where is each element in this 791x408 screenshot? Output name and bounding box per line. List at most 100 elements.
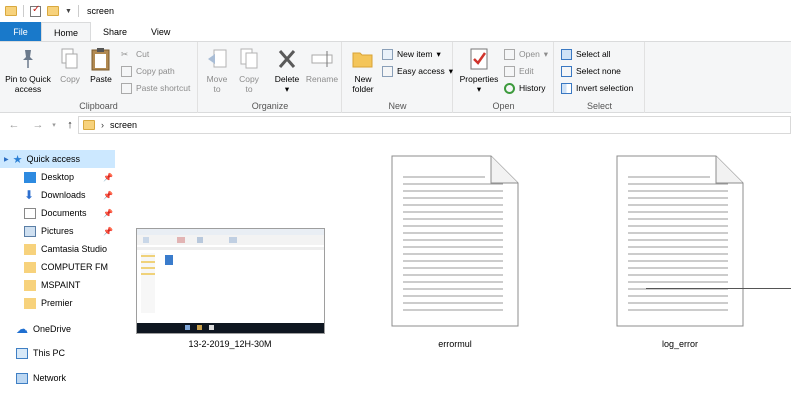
sidebar-item-quick-access[interactable]: ▶ ★ Quick access bbox=[0, 150, 115, 168]
paste-button[interactable]: Paste bbox=[87, 46, 115, 84]
sidebar-item-label: MSPAINT bbox=[41, 280, 81, 290]
back-arrow-icon[interactable]: ← bbox=[6, 119, 22, 131]
properties-quick-icon[interactable] bbox=[30, 4, 41, 17]
select-all-button[interactable]: Select all bbox=[561, 46, 611, 62]
chevron-down-icon: ▾ bbox=[436, 48, 441, 59]
ribbon-tabs: File Home Share View bbox=[0, 22, 791, 42]
folder-icon bbox=[83, 120, 95, 130]
cloud-icon: ☁ bbox=[16, 321, 28, 336]
copy-path-button[interactable]: Copy path bbox=[121, 63, 175, 79]
tab-share[interactable]: Share bbox=[91, 22, 139, 42]
copy-to-button[interactable]: Copy to bbox=[235, 46, 263, 94]
open-label: Open bbox=[519, 49, 540, 59]
screenshot-thumbnail bbox=[137, 229, 324, 333]
file-name[interactable]: errormul bbox=[365, 339, 545, 349]
sidebar-item-documents[interactable]: Documents 📌 bbox=[0, 204, 115, 222]
sidebar-item-network[interactable]: Network bbox=[0, 369, 115, 387]
copy-to-label-2: to bbox=[245, 84, 253, 94]
computer-icon bbox=[16, 347, 28, 359]
cut-button[interactable]: ✂ Cut bbox=[121, 46, 149, 62]
new-folder-label-2: folder bbox=[352, 84, 374, 94]
pin-icon[interactable]: 📌 bbox=[103, 227, 113, 236]
paste-shortcut-icon bbox=[121, 82, 132, 94]
sidebar-item-label: Quick access bbox=[26, 154, 81, 164]
tab-home[interactable]: Home bbox=[41, 22, 92, 42]
file-view: 13-2-2019_12H-30M errormul log_error bbox=[120, 140, 791, 408]
breadcrumb[interactable]: screen bbox=[110, 120, 137, 130]
clipboard-group: Pin to Quick access Copy Paste ✂ Cut Cop… bbox=[0, 42, 198, 113]
copy-button[interactable]: Copy bbox=[56, 46, 84, 84]
sidebar-item-pictures[interactable]: Pictures 📌 bbox=[0, 222, 115, 240]
new-item-button[interactable]: New item ▾ bbox=[382, 46, 441, 62]
recent-locations-icon[interactable]: ▾ bbox=[46, 121, 62, 129]
tab-view[interactable]: View bbox=[139, 22, 182, 42]
chevron-right-icon[interactable]: ▶ bbox=[4, 156, 9, 163]
rename-icon bbox=[310, 46, 334, 72]
edit-label: Edit bbox=[519, 66, 534, 76]
move-to-label-1: Move bbox=[206, 74, 228, 84]
file-item-text[interactable] bbox=[616, 155, 744, 327]
copy-icon bbox=[58, 46, 82, 72]
text-document-icon bbox=[391, 155, 519, 327]
divider bbox=[646, 288, 791, 289]
sidebar-item-mspaint[interactable]: MSPAINT bbox=[0, 276, 115, 294]
divider bbox=[77, 5, 79, 17]
address-box[interactable]: › screen bbox=[78, 116, 791, 134]
paste-label: Paste bbox=[90, 74, 112, 84]
sidebar-item-premier[interactable]: Premier bbox=[0, 294, 115, 312]
edit-button[interactable]: Edit bbox=[504, 63, 534, 79]
select-all-icon bbox=[561, 48, 572, 60]
easy-access-button[interactable]: Easy access ▾ bbox=[382, 63, 453, 79]
properties-label: Properties bbox=[459, 74, 499, 84]
pin-icon[interactable]: 📌 bbox=[103, 191, 113, 200]
new-item-icon bbox=[382, 48, 393, 60]
folder-icon bbox=[24, 243, 36, 255]
sidebar-item-downloads[interactable]: ⬇ Downloads 📌 bbox=[0, 186, 115, 204]
new-folder-quick-icon[interactable] bbox=[47, 6, 59, 16]
move-to-button[interactable]: Move to bbox=[203, 46, 231, 94]
new-folder-button[interactable]: New folder bbox=[348, 46, 378, 94]
sidebar-item-desktop[interactable]: Desktop 📌 bbox=[0, 168, 115, 186]
sidebar-item-onedrive[interactable]: ☁ OneDrive bbox=[0, 320, 115, 338]
file-item-image[interactable] bbox=[136, 228, 325, 334]
rename-button[interactable]: Rename bbox=[305, 46, 339, 84]
up-arrow-icon[interactable]: ↑ bbox=[62, 119, 78, 131]
easy-access-icon bbox=[382, 65, 393, 77]
sidebar-item-this-pc[interactable]: This PC bbox=[0, 344, 115, 362]
file-name[interactable]: 13-2-2019_12H-30M bbox=[140, 339, 320, 349]
history-button[interactable]: History bbox=[504, 80, 545, 96]
sidebar-item-camtasia-studio[interactable]: Camtasia Studio bbox=[0, 240, 115, 258]
copy-path-label: Copy path bbox=[136, 66, 175, 76]
copy-to-label-1: Copy bbox=[239, 74, 259, 84]
window-title: screen bbox=[86, 6, 114, 16]
properties-button[interactable]: Properties ▾ bbox=[458, 46, 500, 94]
select-none-button[interactable]: Select none bbox=[561, 63, 621, 79]
invert-selection-button[interactable]: Invert selection bbox=[561, 80, 633, 96]
chevron-down-icon[interactable]: ▼ bbox=[65, 8, 72, 15]
forward-arrow-icon[interactable]: → bbox=[30, 119, 46, 131]
pin-icon[interactable]: 📌 bbox=[103, 173, 113, 182]
file-item-text[interactable] bbox=[391, 155, 519, 327]
paste-shortcut-button[interactable]: Paste shortcut bbox=[121, 80, 190, 96]
ribbon: Pin to Quick access Copy Paste ✂ Cut Cop… bbox=[0, 41, 791, 113]
close-icon bbox=[275, 46, 299, 72]
pin-to-quick-access-button[interactable]: Pin to Quick access bbox=[3, 46, 53, 94]
pin-icon[interactable]: 📌 bbox=[103, 209, 113, 218]
edit-icon bbox=[504, 65, 515, 77]
open-button[interactable]: Open ▾ bbox=[504, 46, 548, 62]
clipboard-icon bbox=[89, 46, 113, 72]
file-name[interactable]: log_error bbox=[590, 339, 770, 349]
new-group-label: New bbox=[388, 101, 407, 111]
tab-file[interactable]: File bbox=[0, 22, 41, 42]
sidebar-item-label: COMPUTER FM bbox=[41, 262, 108, 272]
navigation-pane: ▶ ★ Quick access Desktop 📌 ⬇ Downloads 📌… bbox=[0, 140, 120, 408]
divider bbox=[23, 5, 24, 17]
properties-icon bbox=[467, 46, 491, 72]
chevron-right-icon[interactable]: › bbox=[101, 120, 104, 130]
sidebar-item-computer-fm[interactable]: COMPUTER FM bbox=[0, 258, 115, 276]
title-bar: ▼ screen bbox=[0, 0, 791, 22]
sidebar-item-label: Documents bbox=[41, 208, 87, 218]
pin-label-2: access bbox=[14, 84, 42, 94]
delete-button[interactable]: Delete ▾ bbox=[272, 46, 302, 94]
sidebar-item-label: This PC bbox=[33, 348, 66, 358]
